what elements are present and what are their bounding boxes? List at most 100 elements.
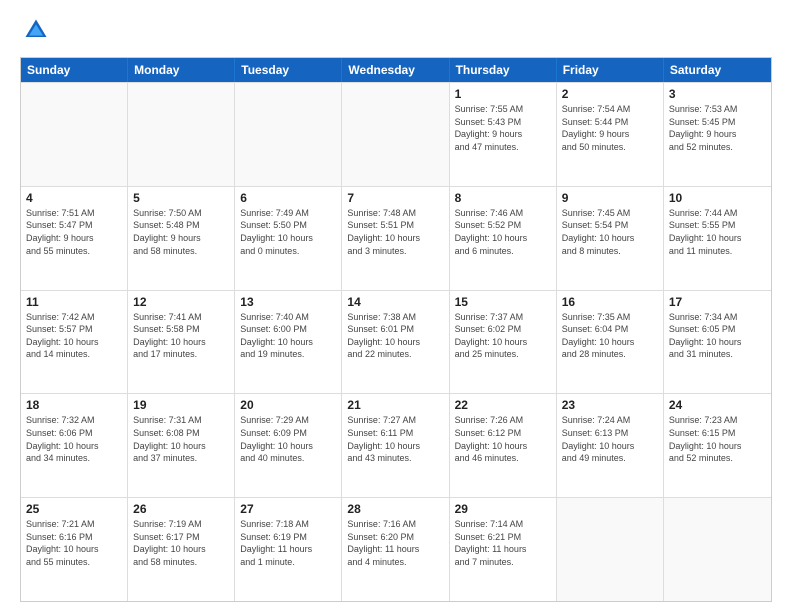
cell-day-number: 21: [347, 398, 443, 412]
cell-info: Sunrise: 7:24 AM Sunset: 6:13 PM Dayligh…: [562, 414, 658, 464]
calendar-header-row: SundayMondayTuesdayWednesdayThursdayFrid…: [21, 58, 771, 82]
cell-day-number: 18: [26, 398, 122, 412]
cell-day-number: 4: [26, 191, 122, 205]
cell-info: Sunrise: 7:29 AM Sunset: 6:09 PM Dayligh…: [240, 414, 336, 464]
calendar-cell: 26 Sunrise: 7:19 AM Sunset: 6:17 PM Dayli…: [128, 498, 235, 601]
calendar-cell: 15 Sunrise: 7:37 AM Sunset: 6:02 PM Dayli…: [450, 291, 557, 394]
cell-day-number: 7: [347, 191, 443, 205]
calendar-cell: 14Sunrise: 7:38 AM Sunset: 6:01 PM Dayli…: [342, 291, 449, 394]
calendar-week-row: 1 Sunrise: 7:55 AM Sunset: 5:43 PM Daylig…: [21, 82, 771, 186]
cell-info: Sunrise: 7:41 AM Sunset: 5:58 PM Dayligh…: [133, 311, 229, 361]
cell-info: Sunrise: 7:37 AM Sunset: 6:02 PM Dayligh…: [455, 311, 551, 361]
cell-info: Sunrise: 7:27 AM Sunset: 6:11 PM Dayligh…: [347, 414, 443, 464]
cell-day-number: 1: [455, 87, 551, 101]
calendar-week-row: 11Sunrise: 7:42 AM Sunset: 5:57 PM Dayli…: [21, 290, 771, 394]
header: [20, 16, 772, 49]
calendar-cell: 3 Sunrise: 7:53 AM Sunset: 5:45 PM Daylig…: [664, 83, 771, 186]
cell-info: Sunrise: 7:48 AM Sunset: 5:51 PM Dayligh…: [347, 207, 443, 257]
calendar-week-row: 18 Sunrise: 7:32 AM Sunset: 6:06 PM Dayli…: [21, 393, 771, 497]
cell-day-number: 26: [133, 502, 229, 516]
logo-icon: [22, 16, 50, 44]
cell-info: Sunrise: 7:44 AM Sunset: 5:55 PM Dayligh…: [669, 207, 766, 257]
calendar-cell: 19Sunrise: 7:31 AM Sunset: 6:08 PM Dayli…: [128, 394, 235, 497]
cell-info: Sunrise: 7:50 AM Sunset: 5:48 PM Dayligh…: [133, 207, 229, 257]
cell-day-number: 9: [562, 191, 658, 205]
calendar-cell: 25 Sunrise: 7:21 AM Sunset: 6:16 PM Dayli…: [21, 498, 128, 601]
cell-day-number: 29: [455, 502, 551, 516]
cell-info: Sunrise: 7:42 AM Sunset: 5:57 PM Dayligh…: [26, 311, 122, 361]
calendar-cell: 9Sunrise: 7:45 AM Sunset: 5:54 PM Daylig…: [557, 187, 664, 290]
cell-day-number: 12: [133, 295, 229, 309]
page: SundayMondayTuesdayWednesdayThursdayFrid…: [0, 0, 792, 612]
calendar-cell: 16 Sunrise: 7:35 AM Sunset: 6:04 PM Dayli…: [557, 291, 664, 394]
calendar-week-row: 25 Sunrise: 7:21 AM Sunset: 6:16 PM Dayli…: [21, 497, 771, 601]
calendar-cell: 29 Sunrise: 7:14 AM Sunset: 6:21 PM Dayli…: [450, 498, 557, 601]
cell-day-number: 5: [133, 191, 229, 205]
calendar-header-cell: Wednesday: [342, 58, 449, 82]
cell-info: Sunrise: 7:16 AM Sunset: 6:20 PM Dayligh…: [347, 518, 443, 568]
calendar-header-cell: Monday: [128, 58, 235, 82]
calendar-header-cell: Friday: [557, 58, 664, 82]
calendar: SundayMondayTuesdayWednesdayThursdayFrid…: [20, 57, 772, 602]
cell-day-number: 27: [240, 502, 336, 516]
cell-info: Sunrise: 7:26 AM Sunset: 6:12 PM Dayligh…: [455, 414, 551, 464]
calendar-cell: 5 Sunrise: 7:50 AM Sunset: 5:48 PM Daylig…: [128, 187, 235, 290]
calendar-header-cell: Sunday: [21, 58, 128, 82]
calendar-cell: 1 Sunrise: 7:55 AM Sunset: 5:43 PM Daylig…: [450, 83, 557, 186]
cell-day-number: 20: [240, 398, 336, 412]
calendar-cell: [664, 498, 771, 601]
cell-day-number: 3: [669, 87, 766, 101]
cell-day-number: 25: [26, 502, 122, 516]
cell-day-number: 16: [562, 295, 658, 309]
calendar-cell: 13 Sunrise: 7:40 AM Sunset: 6:00 PM Dayli…: [235, 291, 342, 394]
calendar-cell: 10 Sunrise: 7:44 AM Sunset: 5:55 PM Dayli…: [664, 187, 771, 290]
calendar-cell: [235, 83, 342, 186]
cell-info: Sunrise: 7:40 AM Sunset: 6:00 PM Dayligh…: [240, 311, 336, 361]
calendar-cell: 27Sunrise: 7:18 AM Sunset: 6:19 PM Dayli…: [235, 498, 342, 601]
calendar-header-cell: Thursday: [450, 58, 557, 82]
cell-info: Sunrise: 7:19 AM Sunset: 6:17 PM Dayligh…: [133, 518, 229, 568]
calendar-cell: 12 Sunrise: 7:41 AM Sunset: 5:58 PM Dayli…: [128, 291, 235, 394]
calendar-cell: 21 Sunrise: 7:27 AM Sunset: 6:11 PM Dayli…: [342, 394, 449, 497]
cell-info: Sunrise: 7:49 AM Sunset: 5:50 PM Dayligh…: [240, 207, 336, 257]
cell-info: Sunrise: 7:53 AM Sunset: 5:45 PM Dayligh…: [669, 103, 766, 153]
cell-info: Sunrise: 7:51 AM Sunset: 5:47 PM Dayligh…: [26, 207, 122, 257]
calendar-cell: 23 Sunrise: 7:24 AM Sunset: 6:13 PM Dayli…: [557, 394, 664, 497]
calendar-header-cell: Tuesday: [235, 58, 342, 82]
cell-info: Sunrise: 7:32 AM Sunset: 6:06 PM Dayligh…: [26, 414, 122, 464]
cell-day-number: 15: [455, 295, 551, 309]
cell-info: Sunrise: 7:46 AM Sunset: 5:52 PM Dayligh…: [455, 207, 551, 257]
calendar-cell: [557, 498, 664, 601]
calendar-cell: [342, 83, 449, 186]
calendar-cell: 6Sunrise: 7:49 AM Sunset: 5:50 PM Daylig…: [235, 187, 342, 290]
calendar-cell: 24 Sunrise: 7:23 AM Sunset: 6:15 PM Dayli…: [664, 394, 771, 497]
cell-day-number: 19: [133, 398, 229, 412]
cell-info: Sunrise: 7:14 AM Sunset: 6:21 PM Dayligh…: [455, 518, 551, 568]
cell-day-number: 22: [455, 398, 551, 412]
logo: [20, 16, 50, 49]
calendar-cell: 7 Sunrise: 7:48 AM Sunset: 5:51 PM Daylig…: [342, 187, 449, 290]
calendar-cell: 11Sunrise: 7:42 AM Sunset: 5:57 PM Dayli…: [21, 291, 128, 394]
cell-day-number: 10: [669, 191, 766, 205]
calendar-body: 1 Sunrise: 7:55 AM Sunset: 5:43 PM Daylig…: [21, 82, 771, 601]
cell-info: Sunrise: 7:55 AM Sunset: 5:43 PM Dayligh…: [455, 103, 551, 153]
calendar-cell: 4 Sunrise: 7:51 AM Sunset: 5:47 PM Daylig…: [21, 187, 128, 290]
calendar-header-cell: Saturday: [664, 58, 771, 82]
cell-info: Sunrise: 7:35 AM Sunset: 6:04 PM Dayligh…: [562, 311, 658, 361]
cell-info: Sunrise: 7:54 AM Sunset: 5:44 PM Dayligh…: [562, 103, 658, 153]
cell-day-number: 17: [669, 295, 766, 309]
cell-day-number: 13: [240, 295, 336, 309]
calendar-cell: 8 Sunrise: 7:46 AM Sunset: 5:52 PM Daylig…: [450, 187, 557, 290]
calendar-cell: 2Sunrise: 7:54 AM Sunset: 5:44 PM Daylig…: [557, 83, 664, 186]
cell-day-number: 8: [455, 191, 551, 205]
cell-info: Sunrise: 7:23 AM Sunset: 6:15 PM Dayligh…: [669, 414, 766, 464]
calendar-cell: [128, 83, 235, 186]
cell-day-number: 23: [562, 398, 658, 412]
cell-day-number: 28: [347, 502, 443, 516]
calendar-cell: 20 Sunrise: 7:29 AM Sunset: 6:09 PM Dayli…: [235, 394, 342, 497]
cell-day-number: 24: [669, 398, 766, 412]
calendar-cell: 17Sunrise: 7:34 AM Sunset: 6:05 PM Dayli…: [664, 291, 771, 394]
cell-info: Sunrise: 7:21 AM Sunset: 6:16 PM Dayligh…: [26, 518, 122, 568]
calendar-cell: 18 Sunrise: 7:32 AM Sunset: 6:06 PM Dayli…: [21, 394, 128, 497]
calendar-cell: 28 Sunrise: 7:16 AM Sunset: 6:20 PM Dayli…: [342, 498, 449, 601]
